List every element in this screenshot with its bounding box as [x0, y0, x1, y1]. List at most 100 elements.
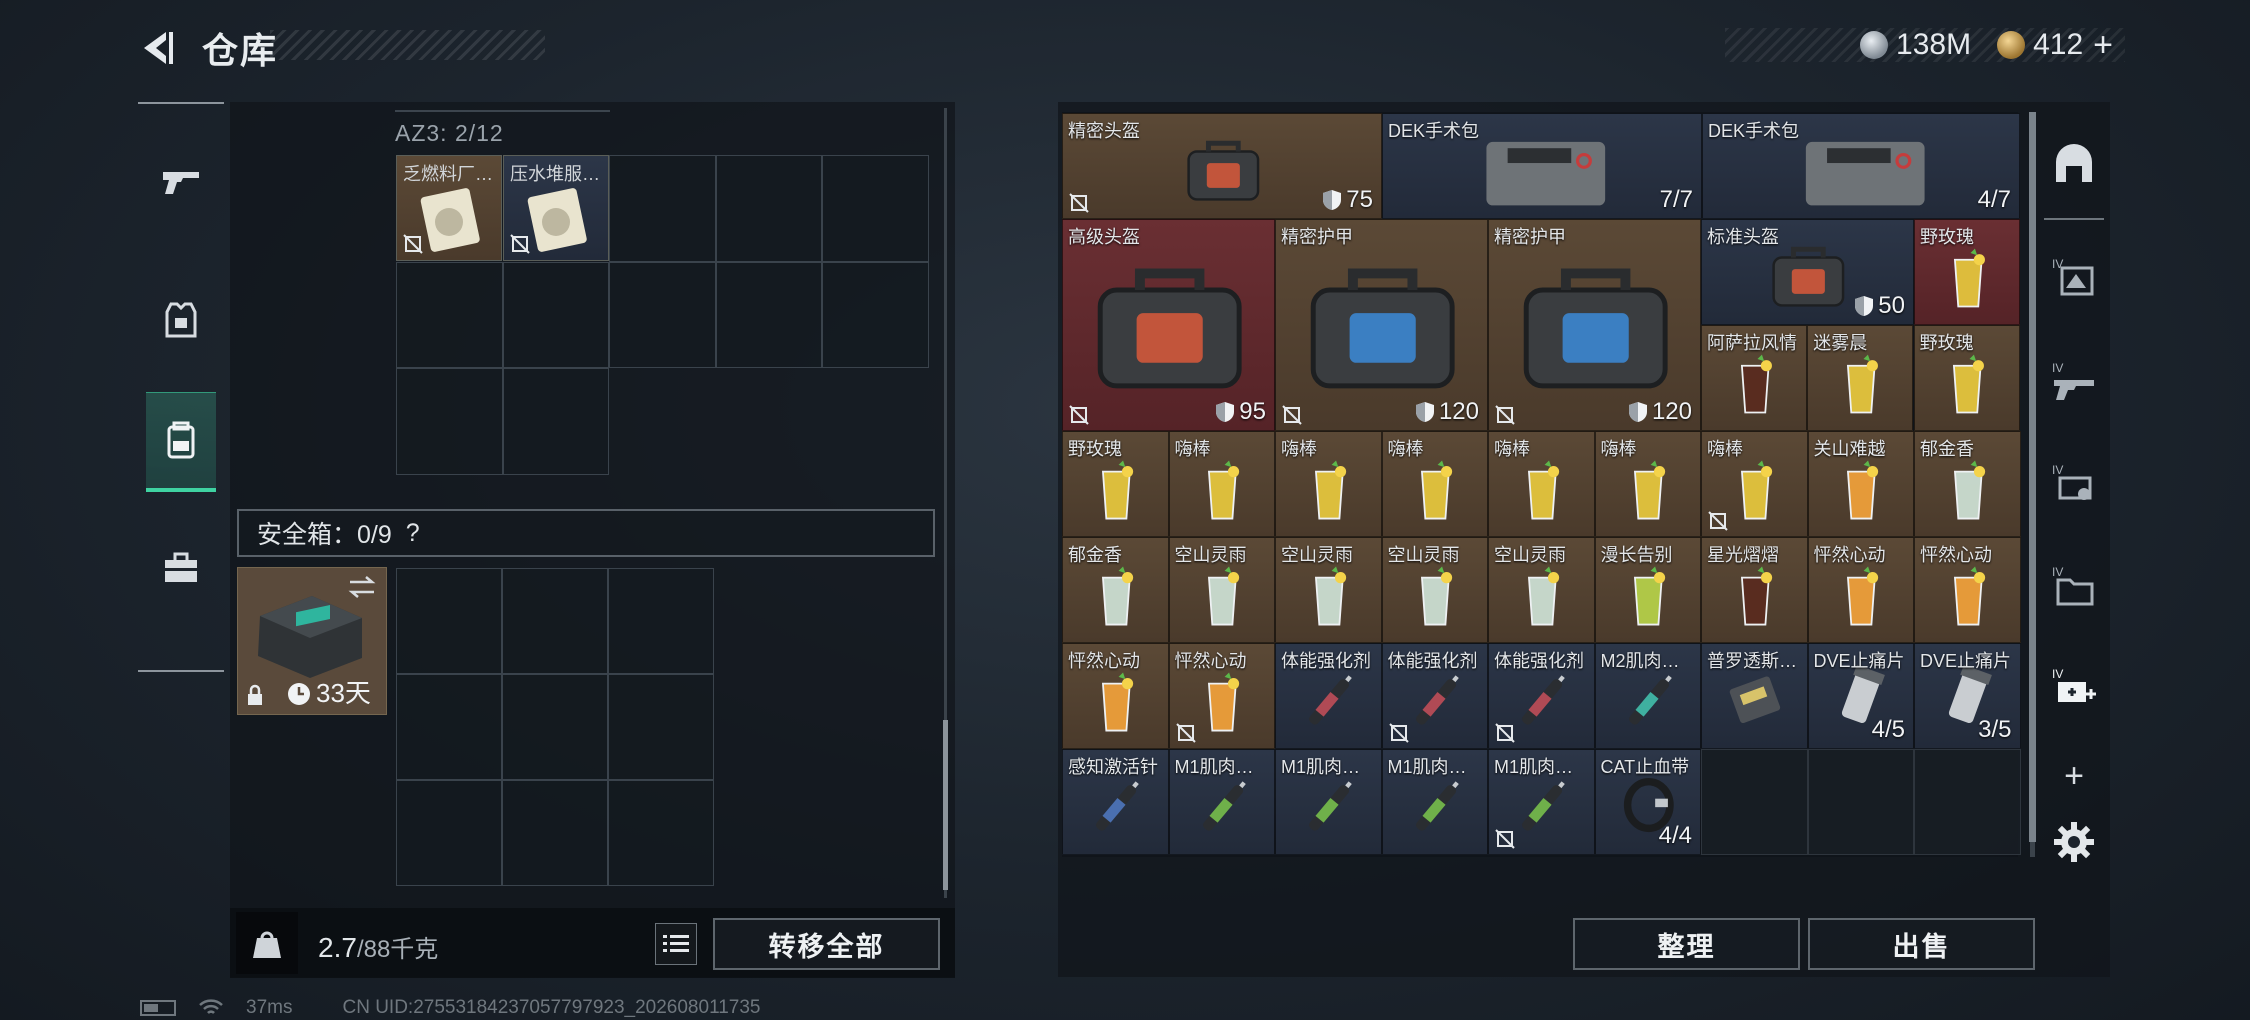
stash-item[interactable]: M1肌肉… — [1275, 749, 1382, 855]
stash-item[interactable]: 标准头盔 50 — [1701, 219, 1914, 325]
stash-item[interactable]: DVE止痛片 3/5 — [1914, 643, 2021, 749]
stash-tab-4[interactable]: IV — [2044, 248, 2104, 308]
grid-slot[interactable] — [396, 780, 502, 886]
nav-backpack[interactable] — [146, 392, 216, 492]
grid-slot[interactable] — [502, 261, 609, 368]
stash-tab-medical[interactable]: IV — [2044, 658, 2104, 718]
stash-item[interactable]: 体能强化剂 — [1275, 643, 1382, 749]
stash-item[interactable]: 精密头盔 75 — [1062, 113, 1382, 219]
stash-item[interactable]: 体能强化剂 — [1381, 643, 1488, 749]
settings-button[interactable] — [2044, 812, 2104, 872]
stash-item[interactable]: M1肌肉… — [1381, 749, 1488, 855]
stash-item[interactable]: 阿萨拉风情 — [1701, 325, 1807, 431]
stash-item[interactable]: 空山灵雨 — [1275, 537, 1382, 643]
stash-item[interactable]: 高级头盔 95 — [1062, 219, 1275, 431]
left-scrollbar-thumb[interactable] — [943, 720, 948, 890]
stash-item[interactable]: 嗨棒 — [1381, 431, 1488, 537]
stash-tab-gear[interactable]: IV — [2044, 454, 2104, 514]
stash-item[interactable]: 野玫瑰 — [1914, 219, 2020, 325]
stash-item[interactable]: 郁金香 — [1914, 431, 2021, 537]
grid-slot[interactable] — [608, 674, 714, 780]
nav-case[interactable] — [146, 518, 216, 618]
list-view-button[interactable] — [655, 923, 697, 965]
stash-item[interactable]: 空山灵雨 — [1488, 537, 1595, 643]
item-name: M1肌肉… — [1494, 757, 1574, 777]
stash-item[interactable]: 野玫瑰 — [1062, 431, 1169, 537]
grid-slot[interactable] — [715, 155, 822, 262]
grid-slot[interactable] — [609, 261, 716, 368]
stash-item[interactable]: 嗨棒 — [1275, 431, 1382, 537]
stash-item[interactable]: 嗨棒 — [1594, 431, 1701, 537]
stash-item[interactable]: 郁金香 — [1062, 537, 1169, 643]
currency-bar: 138M 412 + — [1725, 26, 2125, 65]
swap-icon[interactable] — [346, 574, 378, 600]
empty-slot[interactable] — [1701, 749, 1808, 855]
item-name: 精密护甲 — [1281, 227, 1353, 247]
grid-slot[interactable] — [502, 368, 609, 475]
grid-slot[interactable] — [396, 368, 503, 475]
grid-slot[interactable] — [822, 155, 929, 262]
stash-item[interactable]: 怦然心动 — [1168, 643, 1275, 749]
stash-item[interactable]: 普罗透斯… — [1701, 643, 1808, 749]
back-button[interactable] — [138, 28, 178, 68]
nav-equipment[interactable] — [146, 270, 216, 370]
grid-slot[interactable] — [502, 780, 608, 886]
add-gold-button[interactable]: + — [2093, 26, 2113, 65]
stash-item[interactable]: 空山灵雨 — [1168, 537, 1275, 643]
stash-item[interactable]: M1肌肉… — [1168, 749, 1275, 855]
sell-button[interactable]: 出售 — [1808, 918, 2035, 970]
stash-item[interactable]: 怦然心动 — [1807, 537, 1914, 643]
help-button[interactable]: ? — [406, 519, 420, 548]
sort-button[interactable]: 整理 — [1573, 918, 1800, 970]
stash-item[interactable]: 野玫瑰 — [1913, 325, 2020, 431]
stash-item[interactable]: 怦然心动 — [1914, 537, 2021, 643]
grid-slot[interactable] — [502, 568, 608, 674]
stash-item[interactable]: 精密护甲 120 — [1275, 219, 1488, 431]
stash-tab-main[interactable] — [2044, 136, 2104, 196]
stash-item[interactable]: DEK手术包 4/7 — [1702, 113, 2020, 219]
grid-slot[interactable] — [715, 261, 822, 368]
stash-scrollbar-thumb[interactable] — [2029, 112, 2036, 842]
stash-item[interactable]: M2肌肉… — [1594, 643, 1701, 749]
stash-item[interactable]: 漫长告别 — [1594, 537, 1701, 643]
add-stash-tab-button[interactable]: + — [2044, 746, 2104, 806]
item-name: 体能强化剂 — [1281, 651, 1371, 671]
stash-item[interactable]: 嗨棒 — [1168, 431, 1275, 537]
stash-item[interactable]: M1肌肉… — [1488, 749, 1595, 855]
grid-slot[interactable] — [396, 261, 503, 368]
stash-tab-containers[interactable]: IV — [2044, 556, 2104, 616]
stash-item[interactable]: 星光熠熠 — [1701, 537, 1808, 643]
grid-slot[interactable] — [822, 261, 929, 368]
grid-slot[interactable] — [608, 568, 714, 674]
grid-slot[interactable] — [396, 568, 502, 674]
transfer-all-button[interactable]: 转移全部 — [713, 918, 940, 970]
item-name: 野玫瑰 — [1068, 439, 1122, 459]
stash-item[interactable]: DVE止痛片 4/5 — [1807, 643, 1914, 749]
item-name: 体能强化剂 — [1387, 651, 1478, 671]
gold-amount: 412 — [2033, 28, 2084, 61]
safe-box-item[interactable]: 33天 — [237, 567, 387, 715]
container-item[interactable]: 乏燃料厂… — [396, 155, 502, 261]
stash-item[interactable]: 感知激活针 — [1062, 749, 1169, 855]
grid-slot[interactable] — [609, 155, 716, 262]
empty-slot[interactable] — [1914, 749, 2021, 855]
stash-item[interactable]: 嗨棒 — [1488, 431, 1595, 537]
grid-slot[interactable] — [608, 780, 714, 886]
stash-item[interactable]: CAT止血带 4/4 — [1594, 749, 1701, 855]
injector-icon — [1628, 675, 1672, 726]
stash-item[interactable]: 关山难越 — [1807, 431, 1914, 537]
stash-item[interactable]: 怦然心动 — [1062, 643, 1169, 749]
stash-item[interactable]: DEK手术包 7/7 — [1382, 113, 1702, 219]
stash-item[interactable]: 空山灵雨 — [1381, 537, 1488, 643]
stash-item[interactable]: 体能强化剂 — [1488, 643, 1595, 749]
grid-slot[interactable] — [396, 674, 502, 780]
empty-slot[interactable] — [1807, 749, 1914, 855]
stash-item[interactable]: 迷雾晨 — [1807, 325, 1914, 431]
item-name: 空山灵雨 — [1281, 545, 1353, 565]
stash-item[interactable]: 嗨棒 — [1701, 431, 1808, 537]
container-item[interactable]: 压水堆服… — [503, 155, 609, 261]
nav-weapons[interactable] — [146, 130, 216, 230]
stash-tab-weapons[interactable]: IV — [2044, 352, 2104, 412]
grid-slot[interactable] — [502, 674, 608, 780]
stash-item[interactable]: 精密护甲 120 — [1488, 219, 1701, 431]
